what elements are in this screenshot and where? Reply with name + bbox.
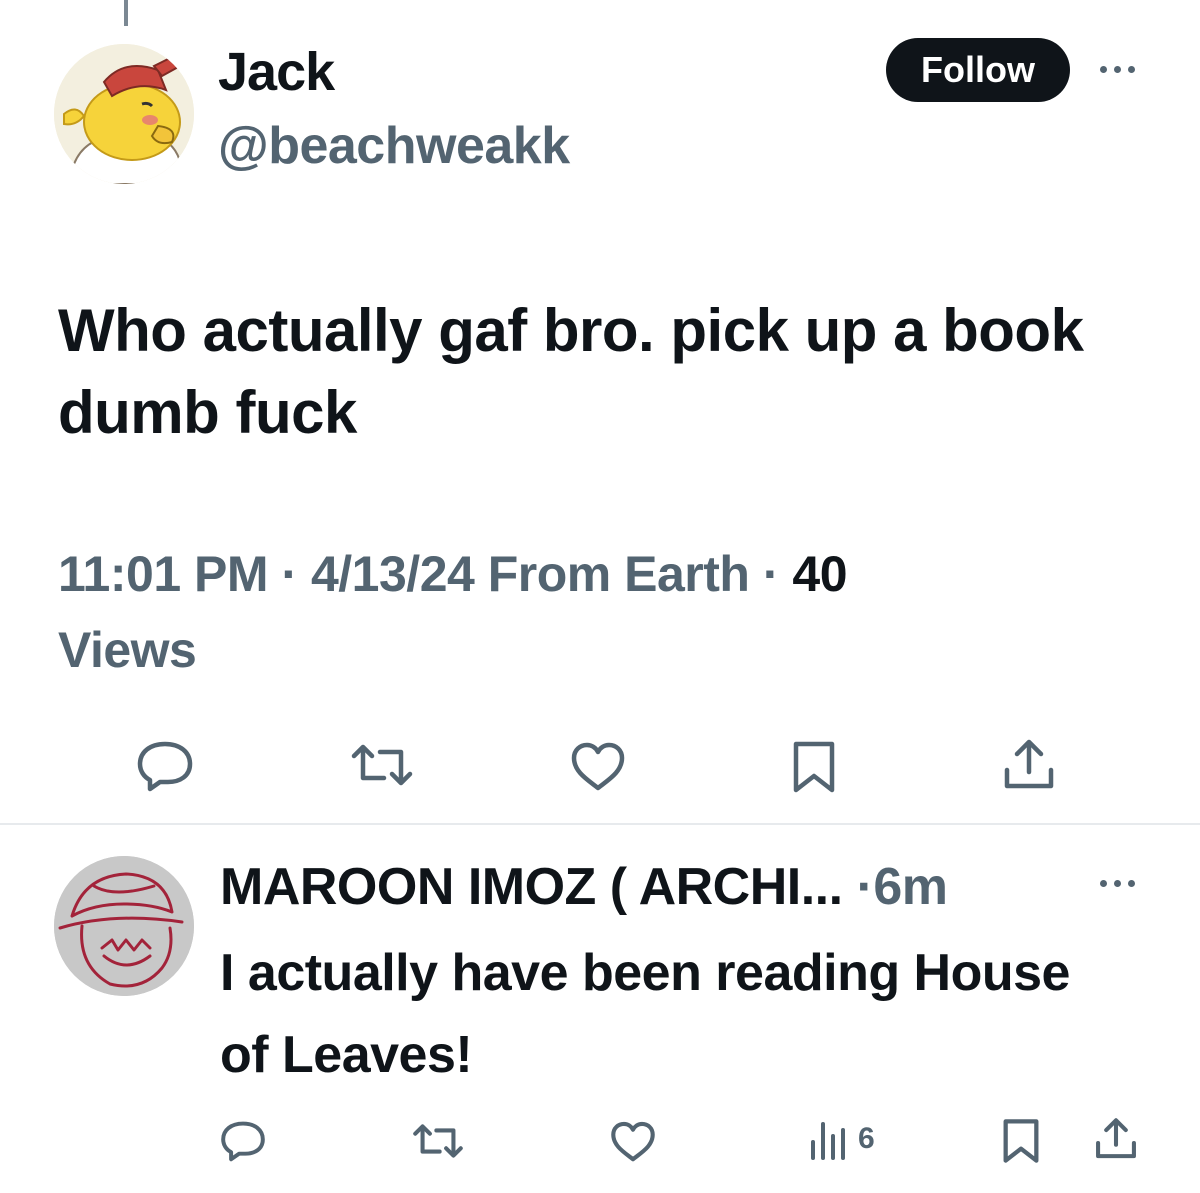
reply-button[interactable] bbox=[136, 740, 194, 792]
views-count: 40 bbox=[792, 546, 848, 602]
reply-views-count: 6 bbox=[858, 1122, 875, 1155]
heart-icon bbox=[611, 1121, 655, 1162]
retweet-button[interactable] bbox=[350, 742, 414, 788]
reply-share-button[interactable] bbox=[1094, 1116, 1138, 1162]
views-chart-icon bbox=[811, 1122, 845, 1160]
reply-icon bbox=[221, 1121, 265, 1162]
tweet-divider bbox=[0, 823, 1200, 825]
bookmark-icon bbox=[1003, 1119, 1039, 1163]
meta-separator: · bbox=[281, 546, 298, 602]
author-name[interactable]: Jack bbox=[218, 40, 335, 104]
more-options-icon[interactable] bbox=[1100, 66, 1135, 73]
reply-reply-button[interactable] bbox=[220, 1120, 266, 1162]
reply-header: MAROON IMOZ ( ARCHI... ·6m bbox=[220, 852, 1080, 922]
tweet-source: From Earth bbox=[487, 546, 750, 602]
reply-bookmark-button[interactable] bbox=[1002, 1118, 1040, 1164]
reply-like-button[interactable] bbox=[610, 1121, 656, 1163]
bookmark-icon bbox=[793, 741, 835, 793]
reply-author-avatar[interactable] bbox=[54, 856, 194, 996]
like-button[interactable] bbox=[570, 742, 626, 792]
meta-separator: · bbox=[856, 858, 874, 916]
reply-retweet-button[interactable] bbox=[412, 1122, 464, 1160]
heart-icon bbox=[571, 742, 625, 791]
meta-separator: · bbox=[762, 546, 780, 602]
share-icon bbox=[1096, 1118, 1136, 1159]
reply-text: I actually have been reading House of Le… bbox=[220, 944, 1070, 1084]
sketch-avatar-icon bbox=[54, 856, 194, 996]
tweet-date[interactable]: 4/13/24 bbox=[311, 546, 475, 602]
tweet-metadata: 11:01 PM · 4/13/24 From Earth · 40 Views bbox=[58, 536, 1058, 688]
author-avatar[interactable] bbox=[54, 44, 194, 184]
follow-button[interactable]: Follow bbox=[886, 38, 1070, 102]
retweet-icon bbox=[413, 1124, 463, 1158]
share-button[interactable] bbox=[1002, 738, 1056, 792]
tweet-time[interactable]: 11:01 PM bbox=[58, 546, 269, 602]
thread-connector-line bbox=[124, 0, 128, 26]
reply-views-button[interactable]: 6 bbox=[808, 1118, 875, 1160]
tweet-text: Who actually gaf bro. pick up a book dum… bbox=[58, 297, 1084, 446]
bookmark-button[interactable] bbox=[792, 740, 836, 794]
author-handle[interactable]: @beachweakk bbox=[218, 114, 570, 178]
duck-avatar-icon bbox=[54, 44, 194, 184]
views-label: Views bbox=[58, 622, 197, 678]
share-icon bbox=[1004, 739, 1054, 789]
reply-author-name[interactable]: MAROON IMOZ ( ARCHI... bbox=[220, 858, 843, 916]
reply-more-options-icon[interactable] bbox=[1100, 880, 1135, 887]
reply-age[interactable]: 6m bbox=[873, 858, 948, 916]
reply-icon bbox=[137, 741, 193, 792]
retweet-icon bbox=[351, 744, 413, 786]
